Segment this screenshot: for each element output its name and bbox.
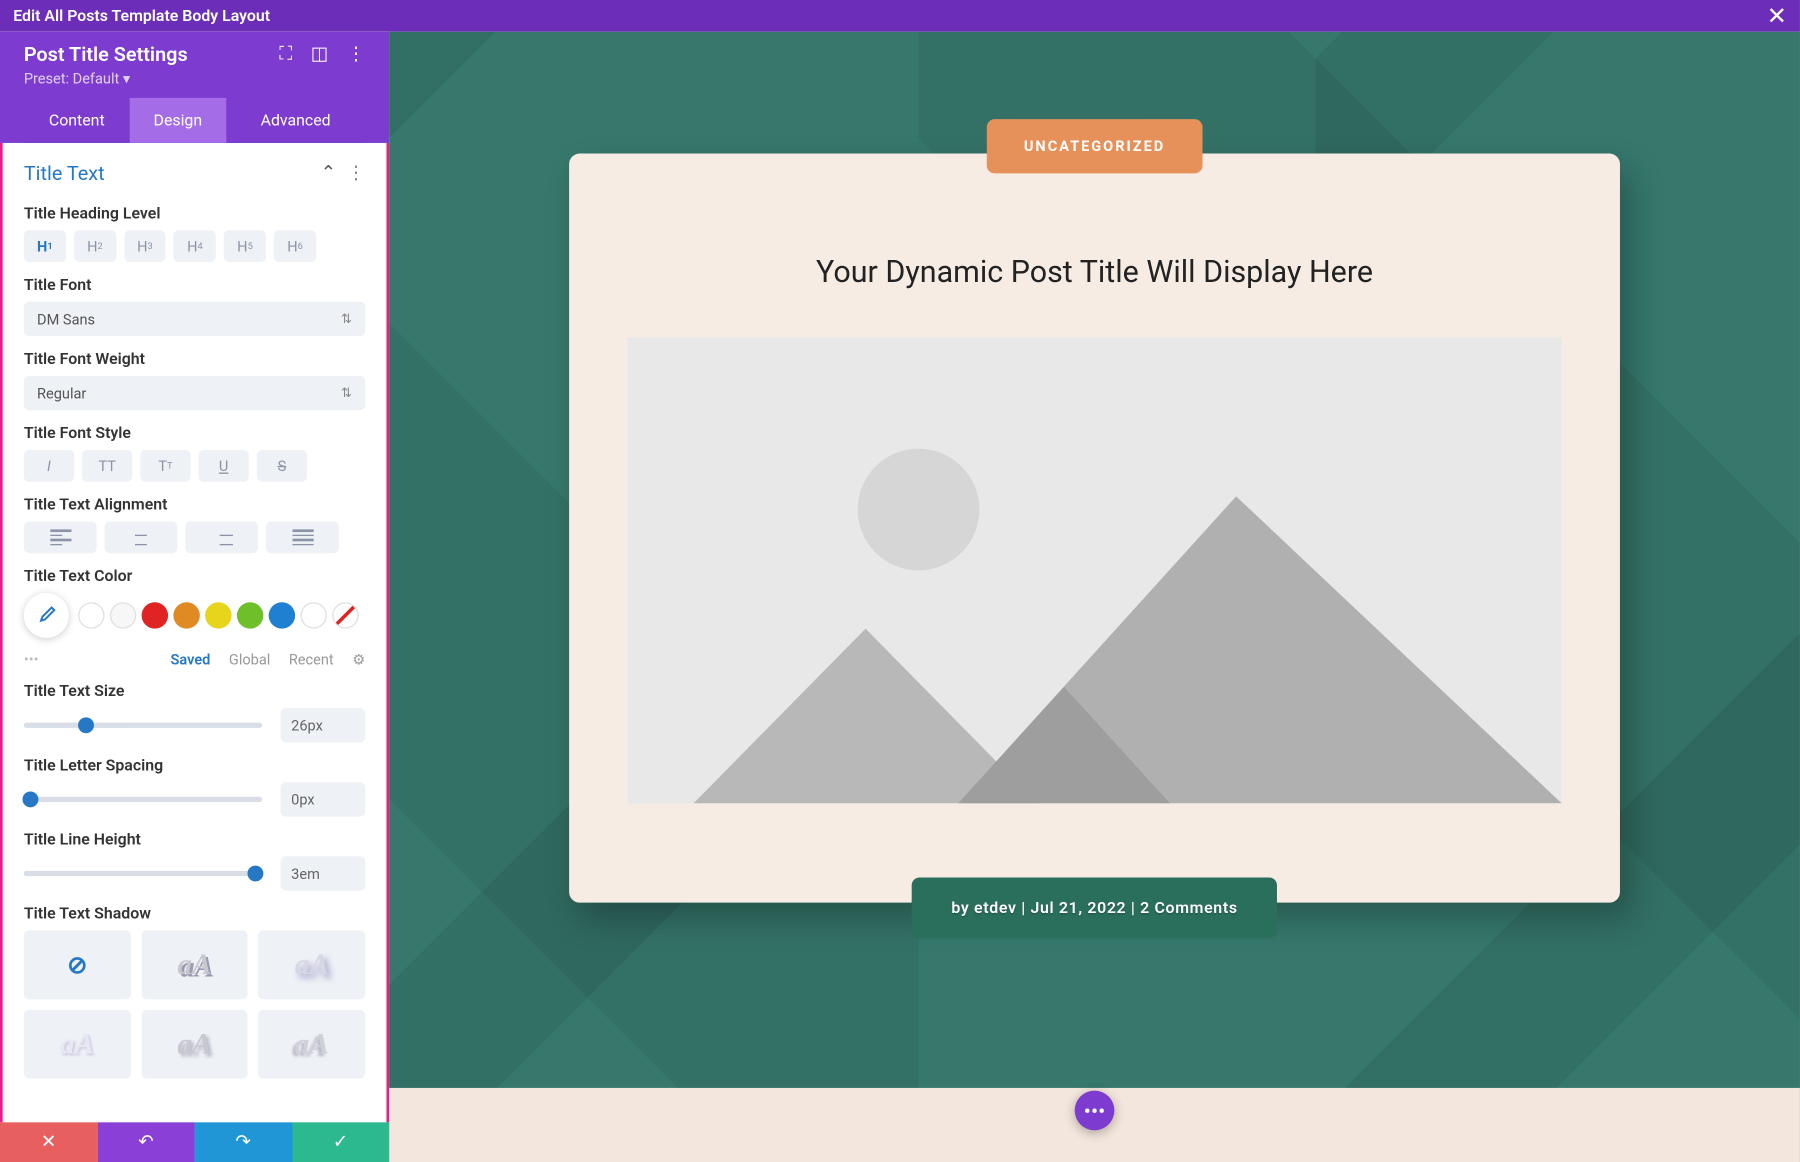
label-shadow: Title Text Shadow: [24, 904, 365, 923]
color-tab-recent[interactable]: Recent: [289, 651, 334, 668]
heading-h3[interactable]: H3: [124, 230, 166, 262]
style-smallcaps[interactable]: TT: [140, 450, 190, 482]
color-swatches: [24, 593, 365, 638]
post-meta-badge[interactable]: by etdev | Jul 21, 2022 | 2 Comments: [912, 877, 1278, 938]
spacing-value[interactable]: 0px: [281, 782, 366, 816]
gear-icon[interactable]: ⚙: [352, 651, 365, 668]
lineheight-value[interactable]: 3em: [281, 856, 366, 890]
preset-dropdown[interactable]: Preset: Default ▾: [24, 70, 365, 87]
size-value[interactable]: 26px: [281, 708, 366, 742]
expand-icon[interactable]: ⛶: [279, 44, 292, 65]
heading-level-options: H1 H2 H3 H4 H5 H6: [24, 230, 365, 262]
weight-select[interactable]: Regular ⇅: [24, 376, 365, 410]
label-font: Title Font: [24, 275, 365, 294]
color-swatch[interactable]: [269, 602, 295, 628]
layout-icon[interactable]: ◫: [311, 44, 329, 65]
label-spacing: Title Letter Spacing: [24, 756, 365, 775]
fab-more-icon[interactable]: •••: [1075, 1091, 1115, 1131]
alignment-options: [24, 521, 365, 553]
tab-content[interactable]: Content: [24, 98, 130, 143]
align-right[interactable]: [185, 521, 258, 553]
heading-h6[interactable]: H6: [274, 230, 316, 262]
chevron-down-icon: ⇅: [341, 312, 352, 327]
heading-h1[interactable]: H1: [24, 230, 66, 262]
label-color: Title Text Color: [24, 566, 365, 585]
category-badge[interactable]: UNCATEGORIZED: [987, 119, 1202, 173]
style-strike[interactable]: S: [257, 450, 307, 482]
color-tab-global[interactable]: Global: [229, 651, 270, 668]
color-tab-saved[interactable]: Saved: [171, 651, 211, 668]
color-swatch[interactable]: [110, 602, 136, 628]
align-justify[interactable]: [266, 521, 339, 553]
style-underline[interactable]: U: [199, 450, 249, 482]
style-italic[interactable]: I: [24, 450, 74, 482]
label-lineheight: Title Line Height: [24, 830, 365, 849]
size-slider[interactable]: [24, 723, 262, 728]
redo-button[interactable]: ↷: [195, 1122, 292, 1162]
shadow-none[interactable]: ⊘: [24, 930, 131, 999]
tab-design[interactable]: Design: [130, 98, 226, 143]
align-left[interactable]: [24, 521, 97, 553]
color-swatch[interactable]: [205, 602, 231, 628]
close-icon[interactable]: ✕: [1767, 2, 1787, 30]
color-swatch[interactable]: [237, 602, 263, 628]
undo-button[interactable]: ↶: [97, 1122, 194, 1162]
heading-h2[interactable]: H2: [74, 230, 116, 262]
spacing-slider[interactable]: [24, 797, 262, 802]
color-picker-icon[interactable]: [24, 593, 69, 638]
shadow-preset-3[interactable]: aA: [24, 1010, 131, 1079]
label-size: Title Text Size: [24, 682, 365, 701]
heading-h4[interactable]: H4: [174, 230, 216, 262]
color-tabs: ••• Saved Global Recent ⚙: [24, 651, 365, 668]
color-swatch-none[interactable]: [332, 602, 358, 628]
topbar-title: Edit All Posts Template Body Layout: [13, 7, 270, 26]
topbar: Edit All Posts Template Body Layout ✕: [0, 0, 1800, 32]
shadow-options: ⊘ aA aA aA aA aA: [24, 930, 365, 1078]
color-swatch[interactable]: [78, 602, 104, 628]
label-heading-level: Title Heading Level: [24, 204, 365, 223]
chevron-up-icon[interactable]: ⌃: [321, 163, 337, 184]
settings-title: Post Title Settings: [24, 42, 188, 66]
ellipsis-icon[interactable]: •••: [24, 651, 39, 668]
shadow-preset-1[interactable]: aA: [141, 930, 248, 999]
section-more-icon[interactable]: ⋮: [347, 163, 366, 184]
color-swatch[interactable]: [300, 602, 326, 628]
color-swatch[interactable]: [173, 602, 199, 628]
weight-value: Regular: [37, 384, 86, 401]
color-swatch[interactable]: [142, 602, 168, 628]
sidebar-header: Post Title Settings ⛶ ◫ ⋮ Preset: Defaul…: [0, 32, 389, 143]
shadow-preset-5[interactable]: aA: [259, 1010, 366, 1079]
section-header[interactable]: Title Text ⌃ ⋮: [24, 154, 365, 191]
label-alignment: Title Text Alignment: [24, 495, 365, 514]
align-center[interactable]: [105, 521, 178, 553]
shadow-preset-4[interactable]: aA: [141, 1010, 248, 1079]
chevron-down-icon: ⇅: [341, 386, 352, 401]
preview-canvas: UNCATEGORIZED Your Dynamic Post Title Wi…: [389, 32, 1800, 1162]
settings-panel[interactable]: Title Text ⌃ ⋮ Title Heading Level H1 H2…: [0, 143, 389, 1122]
featured-image-placeholder: [627, 337, 1561, 803]
tab-advanced[interactable]: Advanced: [226, 98, 365, 143]
tabs: Content Design Advanced: [24, 98, 365, 143]
sidebar: Post Title Settings ⛶ ◫ ⋮ Preset: Defaul…: [0, 32, 389, 1123]
font-style-options: I TT TT U S: [24, 450, 365, 482]
label-style: Title Font Style: [24, 424, 365, 443]
font-select[interactable]: DM Sans ⇅: [24, 302, 365, 336]
lineheight-slider[interactable]: [24, 871, 262, 876]
font-value: DM Sans: [37, 310, 95, 327]
post-card: UNCATEGORIZED Your Dynamic Post Title Wi…: [569, 154, 1620, 903]
style-uppercase[interactable]: TT: [82, 450, 132, 482]
label-weight: Title Font Weight: [24, 349, 365, 368]
footer-actions: ✕ ↶ ↷ ✓: [0, 1122, 389, 1162]
save-button[interactable]: ✓: [292, 1122, 389, 1162]
cancel-button[interactable]: ✕: [0, 1122, 97, 1162]
post-title[interactable]: Your Dynamic Post Title Will Display Her…: [569, 254, 1620, 290]
more-icon[interactable]: ⋮: [347, 44, 366, 65]
shadow-preset-2[interactable]: aA: [259, 930, 366, 999]
section-title: Title Text: [24, 161, 105, 185]
heading-h5[interactable]: H5: [224, 230, 266, 262]
